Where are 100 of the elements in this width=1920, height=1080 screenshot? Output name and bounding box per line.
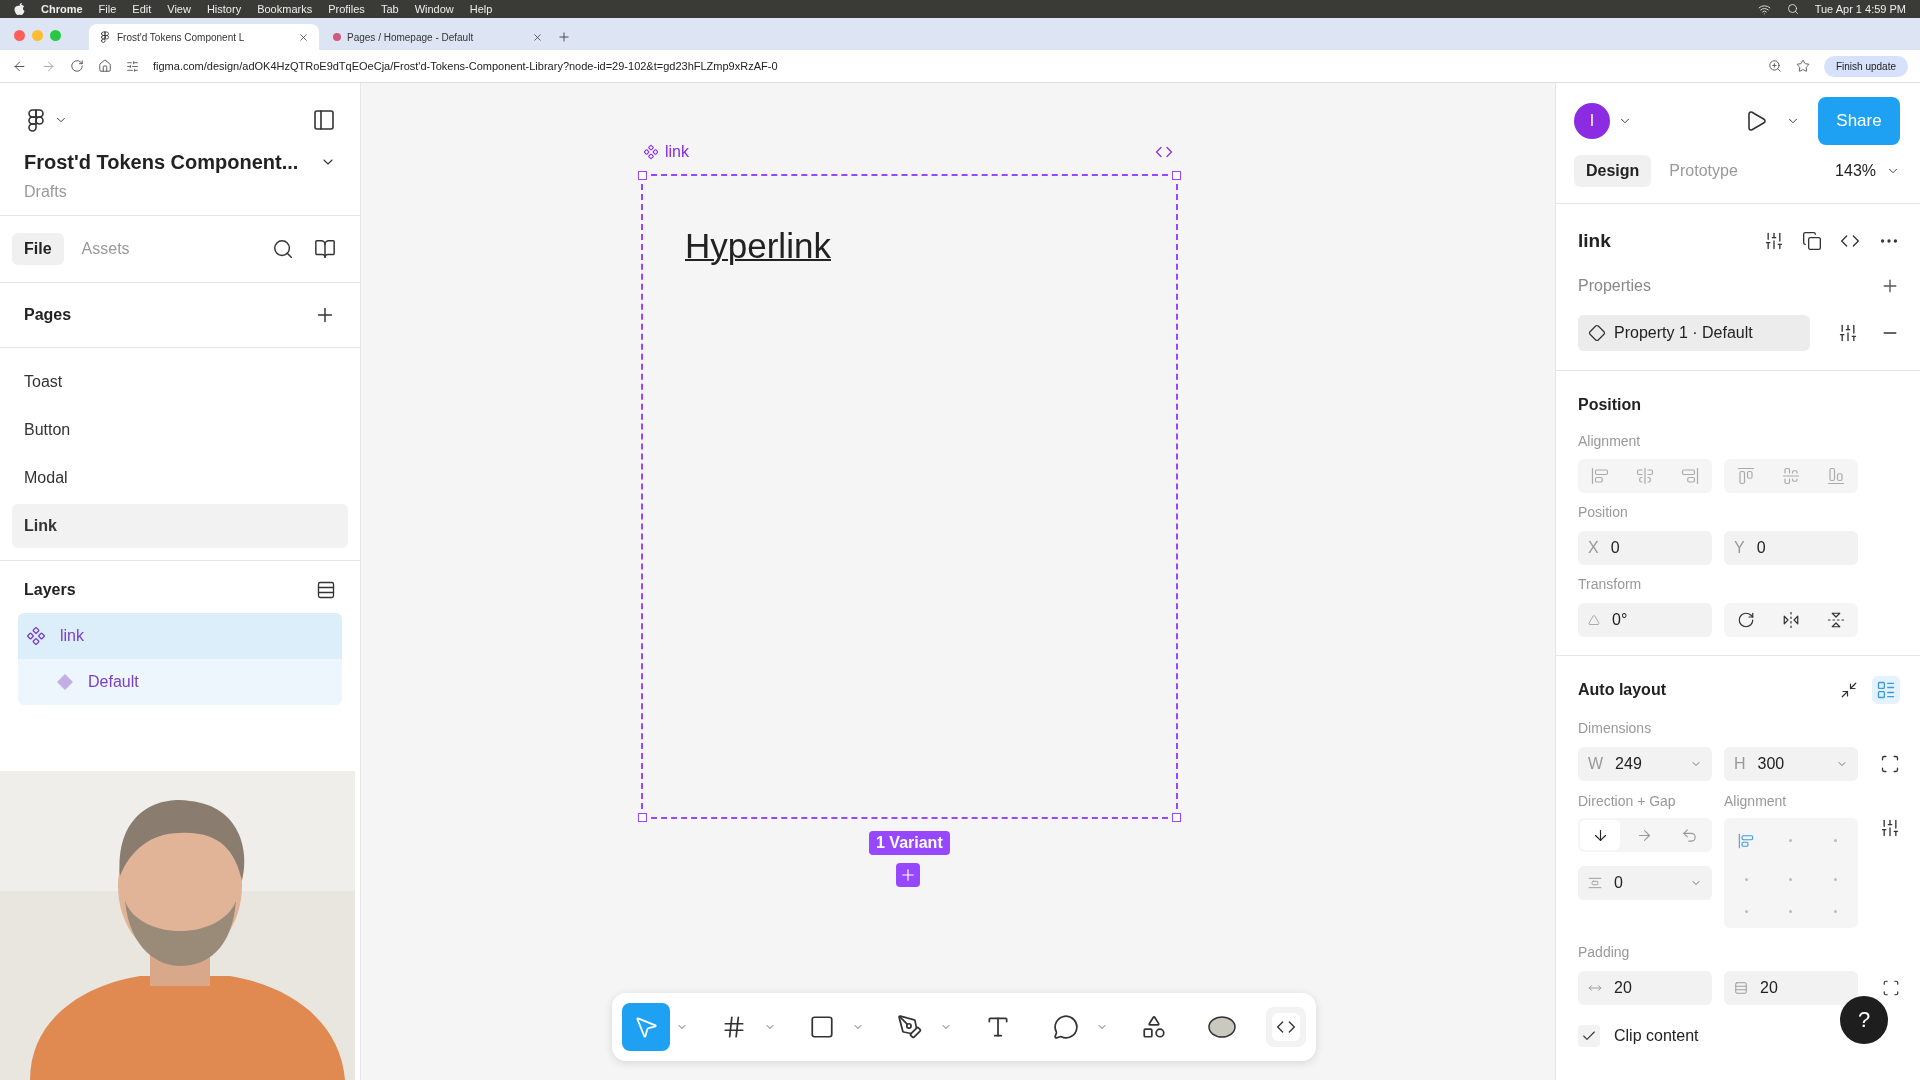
sidebar-toggle-icon[interactable] [312,108,336,132]
component-icon [26,626,46,646]
shrink-icon[interactable] [1840,681,1858,699]
dev-mode-toggle[interactable] [1266,1007,1306,1047]
menu-item[interactable]: History [206,3,242,15]
menu-item[interactable]: View [167,3,191,15]
resize-icon[interactable] [1880,754,1900,774]
padding-icon[interactable] [1882,979,1900,997]
gap-field[interactable]: 0 [1578,866,1712,900]
alignment-dot[interactable] [1834,878,1838,881]
add-variant-button[interactable] [896,863,920,887]
page-item[interactable]: Toast [12,360,348,404]
properties-heading: Properties [1578,277,1651,295]
library-icon[interactable] [314,238,336,260]
reload-icon[interactable] [70,59,84,73]
layout-alignment-label: Alignment [1724,793,1787,809]
alignment-dot[interactable] [1789,839,1793,843]
alignment-dot[interactable] [1744,910,1748,914]
site-settings-icon[interactable] [126,59,139,73]
menu-item[interactable]: Edit [132,3,152,15]
user-avatar[interactable]: I [1574,103,1610,139]
bookmark-icon[interactable] [1795,59,1810,73]
zoom-icon[interactable] [1767,59,1782,73]
browser-tab[interactable]: Frost'd Tokens Component L [89,24,319,50]
close-icon[interactable] [298,31,309,43]
close-icon[interactable] [532,31,543,43]
menu-item[interactable]: Profiles [328,3,365,15]
page-item[interactable]: Button [12,408,348,452]
stone-icon [1207,1015,1237,1039]
layer-item[interactable]: link [18,613,342,659]
layout-settings-icon[interactable] [1880,818,1900,838]
collapse-layers-icon[interactable] [316,580,336,600]
flip-vertical-icon[interactable] [1826,611,1845,629]
variant-badge: 1 Variant [869,831,950,855]
clip-content-checkbox[interactable] [1578,1025,1600,1047]
alignment-dot[interactable] [1744,878,1748,881]
component-icon [643,144,659,160]
menu-item[interactable]: Bookmarks [257,3,313,15]
variants-icon[interactable] [1764,231,1784,251]
vertical-padding-icon [1734,981,1748,995]
alignment-dot[interactable] [1834,910,1838,914]
flip-horizontal-icon[interactable] [1782,611,1800,629]
component-frame[interactable]: Hyperlink [641,174,1178,819]
rectangle-icon [809,1014,835,1040]
direction-button[interactable] [1580,820,1621,850]
alignment-dot[interactable] [1789,910,1793,914]
page-item[interactable]: Link [12,504,348,548]
height-field[interactable]: H 300 [1724,747,1858,781]
new-tab-icon[interactable] [557,30,571,44]
layer-item[interactable]: Default [18,659,342,705]
resize-handle[interactable] [638,171,647,180]
file-location: Drafts [24,183,68,201]
y-field[interactable]: Y 0 [1724,531,1858,565]
alignment-dot[interactable] [1834,839,1838,843]
frame-label[interactable]: link [643,143,689,161]
layout-icon[interactable] [1876,680,1896,700]
dimensions-label: Dimensions [1578,720,1652,736]
hyperlink[interactable]: Hyperlink [685,226,831,266]
horizontal-padding-field[interactable]: 20 [1578,971,1712,1005]
resize-handle[interactable] [1172,813,1181,822]
url-text[interactable]: figma.com/design/adOK4HzQTRoE9dTqEOeCja/Frost'd-Tokens-Component-Library?node-id=29-102&t=gd23hFLZmp9xRzAF-0 [153,60,1754,72]
menu-item[interactable]: Help [469,3,493,15]
resize-handle[interactable] [638,813,647,822]
shapes-icon [1141,1014,1167,1040]
rotate-icon[interactable] [1737,611,1756,629]
panel-tab[interactable]: Design [1574,155,1652,187]
menu-item[interactable]: Window [414,3,454,15]
alignment-label: Alignment [1578,433,1641,449]
apple-icon[interactable] [14,2,25,16]
panel-tab[interactable]: File [12,233,64,265]
diamond-icon [1588,324,1606,342]
clip-content-label: Clip content [1614,1027,1699,1045]
menu-item[interactable]: File [98,3,117,15]
search-icon[interactable] [272,238,294,260]
finish-update-button[interactable]: Finish update [1823,55,1908,77]
copy-icon[interactable] [1802,231,1822,251]
zoom-level[interactable]: 143% [1835,162,1876,180]
text-tool-icon [985,1014,1011,1040]
plus-icon [899,866,917,884]
menu-item[interactable]: Tab [380,3,399,15]
x-field[interactable]: X 0 [1578,531,1712,565]
rotation-field[interactable]: 0° [1578,603,1712,637]
variant-icon [56,673,74,691]
alignment-dot[interactable] [1789,878,1793,881]
page-item[interactable]: Modal [12,456,348,500]
vertical-padding-field[interactable]: 20 [1724,971,1858,1005]
back-icon[interactable] [12,58,27,74]
close-window-button[interactable] [14,29,25,41]
file-title[interactable]: Frost'd Tokens Component... [24,150,299,174]
transform-label: Transform [1578,576,1642,592]
browser-tab[interactable]: Pages / Homepage - Default [323,24,553,50]
resize-handle[interactable] [1172,171,1181,180]
forward-icon[interactable] [41,58,56,74]
property-pill[interactable]: Property 1 · Default [1578,315,1810,351]
variants-icon[interactable] [1838,323,1858,343]
selection-name: link [1578,230,1611,252]
width-field[interactable]: W 249 [1578,747,1712,781]
help-button[interactable]: ? [1840,996,1888,1044]
menu-item[interactable]: Chrome [41,3,83,15]
home-icon[interactable] [98,59,112,73]
